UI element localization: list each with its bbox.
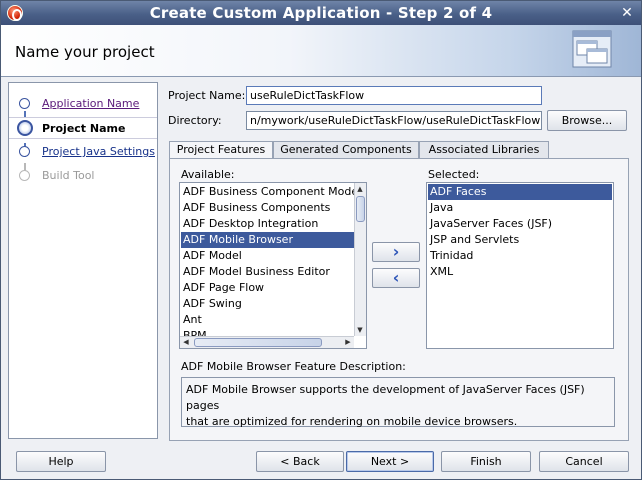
title-bar: Create Custom Application - Step 2 of 4 … [1,1,641,25]
current-step-icon [17,120,33,136]
available-items: ADF Business Component Mode ADF Business … [181,184,358,344]
available-label: Available: [181,168,235,181]
selected-list-item[interactable]: ADF Faces [428,184,612,200]
browse-button[interactable]: Browse... [547,110,627,131]
vertical-scrollbar[interactable]: ▲ ▼ [354,183,366,336]
step-dot-icon [19,170,30,181]
add-feature-button[interactable]: › [372,242,420,262]
step-label: Project Java Settings [42,145,155,158]
available-list-item[interactable]: ADF Mobile Browser [181,232,354,248]
scroll-up-icon[interactable]: ▲ [355,184,365,194]
available-list[interactable]: ADF Business Component Mode ADF Business … [179,182,367,349]
available-list-item[interactable]: ADF Business Components [181,200,354,216]
tab-generated-components[interactable]: Generated Components [273,141,419,159]
remove-feature-button[interactable]: ‹ [372,268,420,288]
selected-list[interactable]: ADF Faces Java JavaServer Faces (JSF) JSP a… [426,182,614,349]
step-label: Build Tool [42,169,95,182]
project-name-input[interactable]: useRuleDictTaskFlow [246,86,542,105]
available-list-item[interactable]: ADF Page Flow [181,280,354,296]
description-line: that are optimized for rendering on mobi… [186,415,518,428]
back-button[interactable]: < Back [256,451,344,472]
available-list-item[interactable]: ADF Desktop Integration [181,216,354,232]
directory-label: Directory: [168,114,222,127]
selected-label: Selected: [428,168,480,181]
chevron-left-icon: ‹ [392,268,400,287]
chevron-right-icon: › [392,242,400,261]
project-name-label: Project Name: [168,89,246,102]
wizard-windows-icon [572,30,612,68]
description-label: ADF Mobile Browser Feature Description: [181,360,406,373]
scroll-right-icon[interactable]: ▶ [343,337,353,347]
available-list-item[interactable]: ADF Business Component Mode [181,184,358,200]
selected-list-item[interactable]: XML [428,264,612,280]
finish-button[interactable]: Finish [441,451,531,472]
window-title: Create Custom Application - Step 2 of 4 [149,4,493,22]
available-list-item[interactable]: Ant [181,312,354,328]
tab-associated-libraries[interactable]: Associated Libraries [419,141,549,159]
help-button[interactable]: Help [16,451,106,472]
selected-list-item[interactable]: JavaServer Faces (JSF) [428,216,612,232]
scroll-down-icon[interactable]: ▼ [355,325,365,335]
description-line: ADF Mobile Browser supports the developm… [186,383,585,412]
selected-list-item[interactable]: Trinidad [428,248,612,264]
page-title: Name your project [15,43,155,61]
wizard-header: Name your project [1,25,641,77]
horizontal-scrollbar[interactable]: ◀ ▶ [180,336,354,348]
directory-input[interactable]: n/mywork/useRuleDictTaskFlow/useRuleDict… [246,111,542,130]
step-label: Project Name [42,122,126,135]
available-list-item[interactable]: ADF Model [181,248,354,264]
step-project-name[interactable]: Project Name [9,117,157,139]
next-button[interactable]: Next > [346,451,434,472]
close-icon[interactable]: ✕ [619,5,635,21]
wizard-steps-panel: Application Name Project Name Project Ja… [8,82,158,439]
scroll-thumb[interactable] [356,196,365,222]
selected-list-item[interactable]: Java [428,200,612,216]
feature-description: ADF Mobile Browser supports the developm… [181,377,615,428]
available-list-item[interactable]: ADF Model Business Editor [181,264,354,280]
selected-items: ADF Faces Java JavaServer Faces (JSF) JSP a… [428,184,612,280]
step-dot-icon [19,98,30,109]
scroll-left-icon[interactable]: ◀ [181,337,191,347]
scroll-thumb[interactable] [194,338,322,347]
step-application-name[interactable]: Application Name [9,93,157,115]
step-dot-icon [19,146,30,157]
selected-list-item[interactable]: JSP and Servlets [428,232,612,248]
step-build-tool: Build Tool [9,165,157,187]
step-label: Application Name [42,97,140,110]
cancel-button[interactable]: Cancel [539,451,629,472]
available-list-item[interactable]: ADF Swing [181,296,354,312]
step-project-java-settings[interactable]: Project Java Settings [9,141,157,163]
wizard-dialog: Create Custom Application - Step 2 of 4 … [0,0,642,480]
